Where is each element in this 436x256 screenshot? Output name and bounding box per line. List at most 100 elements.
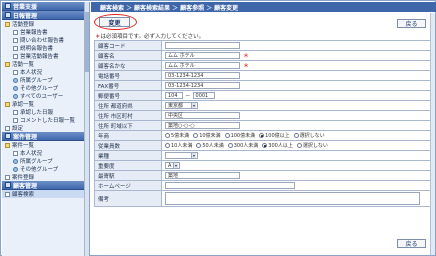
sidebar-item[interactable]: 営業活動報告書	[2, 52, 89, 60]
radio-label: 100億未満	[230, 133, 256, 139]
radio-option[interactable]: 50人未満	[196, 142, 224, 149]
sidebar-item-label: 問い合わせ報告書	[20, 38, 65, 44]
radio-option[interactable]: 300人以上	[262, 142, 293, 149]
notes-textarea[interactable]	[165, 192, 420, 205]
back-button[interactable]: 戻る	[397, 19, 426, 28]
radio-option[interactable]: 10億未満	[193, 132, 221, 139]
doc-icon	[13, 69, 18, 75]
select-input[interactable]: 東京都	[165, 102, 198, 109]
main-scrollbar[interactable]	[430, 13, 435, 255]
sidebar-item[interactable]: その他グループ	[2, 84, 89, 92]
sidebar-section-header[interactable]: 案件管理	[2, 132, 89, 141]
sidebar-section-label: 日報管理	[13, 12, 38, 20]
breadcrumb-item-results[interactable]: 顧客検索結果	[134, 3, 170, 12]
breadcrumb-item-reference[interactable]: 顧客参照	[180, 3, 204, 12]
form-row: 住所 市区町村 中央区	[95, 111, 433, 121]
field-value: 東京都	[162, 101, 433, 110]
breadcrumb-item-search[interactable]: 顧客検索	[100, 3, 124, 12]
radio-button[interactable]	[293, 133, 299, 138]
sidebar-item[interactable]: コメントした日報一覧	[2, 116, 89, 124]
sidebar-item[interactable]: 所属グループ	[2, 76, 89, 84]
sidebar-item[interactable]: 説明会報告書	[2, 44, 89, 52]
text-input[interactable]: 中央区	[165, 112, 240, 119]
sidebar-section-header[interactable]: 日報管理	[2, 11, 89, 20]
text-input[interactable]	[165, 42, 240, 49]
grp-icon	[13, 85, 18, 91]
radio-option[interactable]: 300人未満	[227, 142, 258, 149]
radio-button[interactable]	[224, 133, 230, 138]
zip-input-2[interactable]: 0001	[192, 92, 215, 99]
radio-button[interactable]	[165, 143, 170, 148]
sidebar-item[interactable]: 活動登録	[2, 20, 89, 28]
sidebar-item[interactable]: 活動一覧	[2, 60, 89, 68]
text-input[interactable]: 築地	[165, 172, 240, 179]
radio-button[interactable]	[196, 143, 202, 148]
text-input[interactable]: ムム ホテル	[165, 52, 240, 59]
sidebar-item-label: コメントした日報一覧	[20, 118, 76, 124]
radio-button[interactable]	[259, 133, 265, 138]
sidebar-item[interactable]: 承認一覧	[2, 100, 89, 108]
sidebar-item[interactable]: 所属グループ	[2, 157, 89, 165]
field-label: 最寄駅	[95, 171, 162, 180]
radio-option[interactable]: 選択しない	[293, 132, 325, 139]
form-row: 顧客名かな ムム ホテル＊	[95, 61, 433, 71]
sidebar-item-label: 活動登録	[12, 22, 35, 28]
sidebar-item[interactable]: 承認した日報	[2, 108, 89, 116]
app-window: 営業支援 日報管理活動登録 営業報告書問い合わせ報告書 説明会報告書 営業活動報告書 活動…	[0, 0, 436, 256]
sidebar-item[interactable]: その他グループ	[2, 165, 89, 173]
sidebar-item[interactable]: 本人状況	[2, 68, 89, 76]
radio-button[interactable]	[262, 143, 268, 148]
field-label: 顧客名	[95, 51, 162, 60]
form-row: ホームページ	[95, 181, 433, 191]
sidebar-item[interactable]: 案件一覧	[2, 141, 89, 149]
select-input[interactable]: A	[165, 162, 180, 169]
form-row: 重要度 A	[95, 161, 433, 171]
radio-option[interactable]: 選択しない	[296, 142, 328, 149]
text-input[interactable]: 03-1234-1234	[165, 72, 240, 79]
sidebar-section-header[interactable]: 顧客管理	[2, 181, 89, 190]
sidebar-section-label: 顧客管理	[13, 182, 38, 190]
form-row: 年商 5億未満 10億未満 100億未満 100億以上 選択しない	[95, 131, 433, 141]
radio-option[interactable]: 100億以上	[259, 132, 290, 139]
text-input[interactable]	[165, 182, 295, 189]
field-label: 住所 市区町村	[95, 111, 162, 120]
select-input[interactable]	[165, 152, 198, 159]
sidebar-item-label: 説明会報告書	[20, 46, 54, 52]
chevron-down-icon	[173, 163, 178, 168]
sidebar-item[interactable]: すべてのユーザー	[2, 92, 89, 100]
back-button-bottom[interactable]: 戻る	[397, 239, 426, 248]
text-input[interactable]: ムム ホテル	[165, 62, 240, 69]
sidebar-item-label: すべてのユーザー	[20, 94, 64, 100]
radio-button[interactable]	[296, 143, 302, 148]
radio-button[interactable]	[165, 133, 170, 138]
field-value: A	[162, 161, 433, 170]
sidebar-item-label: 承認一覧	[12, 102, 35, 108]
sidebar-item[interactable]: 営業報告書	[2, 28, 89, 36]
form-row: 郵便番号 104 － 0001	[95, 91, 433, 101]
required-mark: ＊	[243, 63, 250, 70]
select-value: 東京都	[168, 103, 184, 109]
sidebar-scrollbar[interactable]	[84, 2, 89, 256]
form-row: 従業員数 10人未満 50人未満 300人未満 300人以上 選択しない	[95, 141, 433, 151]
radio-option[interactable]: 10人未満	[165, 142, 192, 149]
radio-option[interactable]: 5億未満	[165, 132, 189, 139]
text-input[interactable]: 03-1234-1234	[165, 82, 240, 89]
sidebar-item[interactable]: 顧客検索	[2, 190, 89, 198]
doc-icon	[5, 191, 10, 197]
radio-button[interactable]	[193, 133, 199, 138]
doc-icon	[13, 109, 18, 115]
update-button[interactable]: 変更	[99, 17, 130, 27]
radio-button[interactable]	[227, 143, 233, 148]
form-row: 顧客コード	[95, 41, 433, 51]
sidebar-section-label: 営業支援	[13, 3, 38, 11]
field-label: 郵便番号	[95, 91, 162, 100]
text-input[interactable]: 築地○-○-○	[165, 122, 240, 129]
chevron-down-icon	[191, 103, 196, 108]
radio-option[interactable]: 100億未満	[224, 132, 256, 139]
sidebar-item[interactable]: 問い合わせ報告書	[2, 36, 89, 44]
doc-icon	[13, 45, 18, 51]
sidebar-scroll-thumb[interactable]	[85, 12, 89, 72]
zip-input-1[interactable]: 104	[165, 92, 183, 99]
sidebar-item[interactable]: 本人状況	[2, 149, 89, 157]
field-value: ムム ホテル＊	[162, 61, 433, 70]
